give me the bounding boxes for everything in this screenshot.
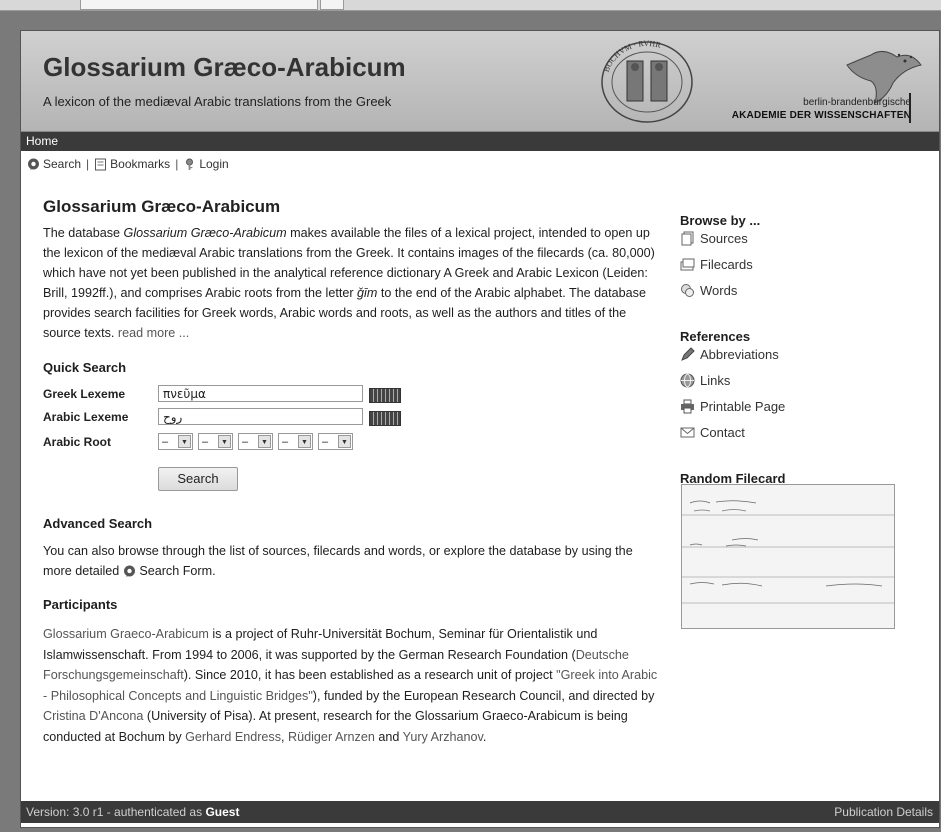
arabic-lexeme-input[interactable]: روح [158,408,363,425]
main-navbar: Home [21,132,939,151]
toolbar-bookmarks-link[interactable]: Bookmarks [110,157,170,171]
sidebar-item-contact[interactable]: Contact [680,425,745,440]
filecards-icon [680,258,695,271]
site-header: Glossarium Græco-Arabicum A lexicon of t… [21,31,939,132]
glossarium-link[interactable]: Glossarium Graeco-Arabicum [43,627,209,641]
page-container: Glossarium Græco-Arabicum A lexicon of t… [20,30,940,828]
endress-link[interactable]: Gerhard Endress [185,730,281,744]
sidebar-item-abbreviations[interactable]: Abbreviations [680,347,779,362]
greek-lexeme-input[interactable]: πνεῦμα [158,385,363,402]
arzhanov-link[interactable]: Yury Arzhanov [403,730,483,744]
toolbar-separator: | [175,157,179,171]
chevron-down-icon: ▼ [218,435,231,448]
browser-tab-button[interactable] [320,0,344,10]
quick-search-title: Quick Search [43,360,127,375]
sidebar-printable-label: Printable Page [700,399,786,414]
participants-text: Glossarium Graeco-Arabicum is a project … [43,627,658,744]
page-footer: Version: 3.0 r1 - authenticated as Guest… [21,801,939,823]
user-toolbar: Search | Bookmarks | Login [27,157,229,171]
advanced-search-title: Advanced Search [43,516,153,531]
sources-icon [681,231,694,246]
bbaw-name-line2: AKADEMIE DER WISSENSCHAFTEN [731,110,911,121]
read-more-link[interactable]: read more ... [118,326,189,340]
sidebar-item-filecards[interactable]: Filecards [680,257,753,272]
browser-tab[interactable] [80,0,318,10]
search-form-link[interactable]: Search Form [139,564,212,578]
arabic-root-select-2[interactable]: – ▼ [198,433,233,450]
sidebar-item-links[interactable]: Links [680,373,730,388]
sidebar-links-label: Links [700,373,731,388]
chevron-down-icon: ▼ [258,435,271,448]
sidebar-words-label: Words [700,283,738,298]
intro-section: Glossarium Græco-Arabicum The database G… [43,197,663,343]
arnzen-link[interactable]: Rüdiger Arnzen [288,730,375,744]
arabic-lexeme-label: Arabic Lexeme [43,410,129,424]
arabic-root-select-3[interactable]: – ▼ [238,433,273,450]
publication-details-link[interactable]: Publication Details [834,801,933,823]
bbaw-name-line1: berlin-brandenburgische [803,97,911,108]
abbreviations-pencil-icon [681,347,695,361]
toolbar-login-link[interactable]: Login [199,157,228,171]
arabic-keyboard-icon[interactable] [369,411,401,426]
dancona-link[interactable]: Cristina D'Ancona [43,709,143,723]
chevron-down-icon: ▼ [338,435,351,448]
browse-by-title: Browse by ... [680,213,761,228]
bbaw-divider [909,93,911,123]
sidebar-item-words[interactable]: Words [680,283,737,298]
arabic-root-select-1[interactable]: – ▼ [158,433,193,450]
links-globe-icon [680,373,695,388]
footer-version: Version: 3.0 r1 - authenticated as Guest [26,805,240,819]
toolbar-separator: | [86,157,90,171]
bookmarks-icon [95,158,107,170]
site-subtitle: A lexicon of the mediæval Arabic transla… [43,94,392,109]
greek-keyboard-icon[interactable] [369,388,401,403]
arabic-root-select-4[interactable]: – ▼ [278,433,313,450]
sidebar-item-sources[interactable]: Sources [680,231,748,246]
random-filecard-image[interactable] [681,484,895,629]
participants-title: Participants [43,597,118,612]
browser-chrome-strip [0,0,941,11]
quick-search-button[interactable]: Search [158,467,238,491]
login-key-icon [186,158,194,170]
envelope-icon [680,427,695,438]
sidebar-sources-label: Sources [700,231,748,246]
arabic-root-select-5[interactable]: – ▼ [318,433,353,450]
references-title: References [680,329,751,344]
site-title[interactable]: Glossarium Græco-Arabicum [43,52,406,83]
intro-title: Glossarium Græco-Arabicum [43,197,281,216]
chevron-down-icon: ▼ [298,435,311,448]
sidebar-item-printable-page[interactable]: Printable Page [680,399,785,414]
sidebar-contact-label: Contact [700,425,745,440]
greek-lexeme-label: Greek Lexeme [43,387,126,401]
toolbar-search-link[interactable]: Search [43,157,81,171]
advanced-search-text: You can also browse through the list of … [43,544,633,578]
intro-paragraph: The database Glossarium Græco-Arabicum m… [43,226,655,340]
footer-user: Guest [205,805,240,819]
chevron-down-icon: ▼ [178,435,191,448]
search-form-icon [123,565,135,578]
nav-home-link[interactable]: Home [21,134,58,148]
sidebar-filecards-label: Filecards [700,257,753,272]
printer-icon [681,399,694,414]
sidebar-abbreviations-label: Abbreviations [700,347,779,362]
arabic-root-label: Arabic Root [43,435,112,449]
words-icon [681,284,694,297]
search-icon [28,158,39,170]
ruhr-university-seal-logo[interactable]: BOCHVM · RVHR [597,39,697,125]
